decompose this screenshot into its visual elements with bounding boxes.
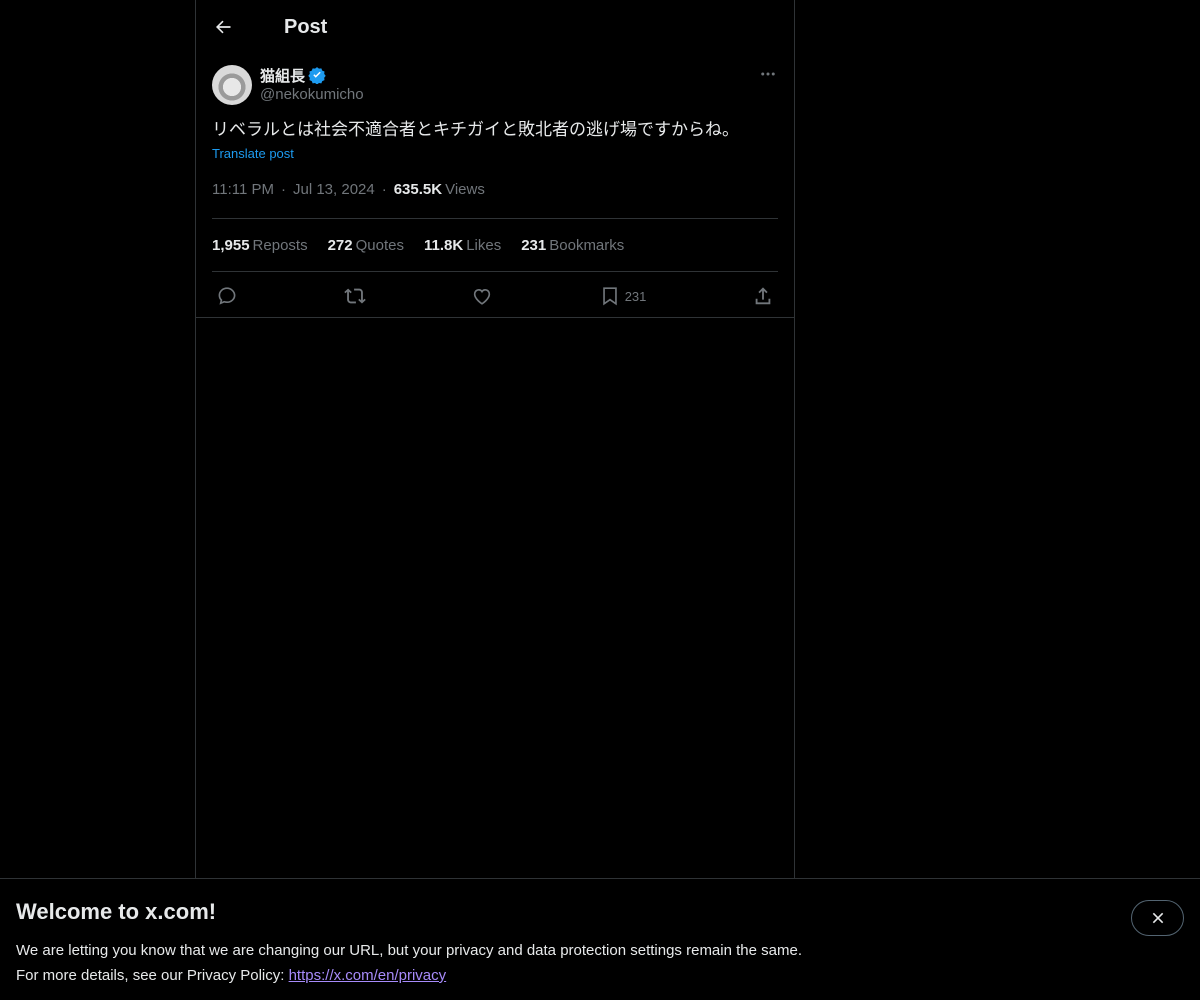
quotes-label: Quotes [355,236,404,254]
avatar[interactable] [212,65,252,105]
like-button[interactable] [471,285,493,307]
share-icon [755,287,771,305]
reply-icon [218,287,236,305]
post: 猫組長 @nekokumicho リベラルとは社会不適合者とキチガイと敗北者の逃… [196,54,794,320]
separator-dot: · [280,181,286,198]
banner-line-1: We are letting you know that we are chan… [16,942,802,959]
post-date[interactable]: Jul 13, 2024 [293,181,375,198]
post-meta: 11:11 PM · Jul 13, 2024 · 635.5K Views [212,179,778,219]
close-banner-button[interactable] [1131,900,1184,936]
bookmark-count: 231 [624,288,647,304]
bookmarks-count: 231 [521,236,547,254]
post-column: Post 猫組長 @nekokumicho リベラルとは社会不適合者とキチガイと… [195,0,795,878]
reposts-stat[interactable]: 1,955 Reposts [212,237,308,254]
welcome-banner: Welcome to x.com! We are letting you kno… [0,878,1200,1000]
author-row: 猫組長 @nekokumicho [212,54,778,105]
banner-title: Welcome to x.com! [16,899,217,924]
views-label: Views [445,181,485,198]
reply-button[interactable] [216,285,238,307]
likes-count: 11.8K [423,236,464,254]
quotes-count: 272 [327,236,353,254]
top-bar: Post [196,0,794,54]
page-title: Post [284,15,328,38]
banner-line-2: For more details, see our Privacy Policy… [16,963,1184,988]
translate-post-link[interactable]: Translate post [212,146,294,161]
likes-label: Likes [466,236,502,254]
share-button[interactable] [752,285,774,307]
arrow-left-icon [216,20,231,34]
repost-icon [343,288,366,304]
divider [196,317,794,318]
likes-stat[interactable]: 11.8K Likes [424,237,501,254]
banner-line-2-prefix: For more details, see our Privacy Policy… [16,967,289,984]
heart-icon [473,288,491,305]
bookmark-icon [602,287,617,306]
display-name-row: 猫組長 [260,65,364,85]
bookmarks-stat[interactable]: 231 Bookmarks [521,237,624,254]
more-horizontal-icon [761,72,775,76]
actions-row: 231 [212,272,778,320]
stats-row: 1,955 Reposts 272 Quotes 11.8K Likes 231 Boo… [212,219,778,272]
author-handle[interactable]: @nekokumicho [260,86,364,103]
verified-badge-icon [308,66,326,84]
close-icon [1152,912,1163,924]
quotes-stat[interactable]: 272 Quotes [328,237,404,254]
views-count: 635.5K [393,181,443,198]
bookmarks-label: Bookmarks [549,236,625,254]
banner-text: We are letting you know that we are chan… [16,938,1184,988]
repost-button[interactable] [343,285,366,307]
bookmark-button[interactable]: 231 [599,285,647,307]
back-button[interactable] [212,16,234,38]
display-name[interactable]: 猫組長 [260,65,305,86]
more-options-button[interactable] [758,64,778,84]
privacy-policy-link[interactable]: https://x.com/en/privacy [289,967,447,984]
reposts-count: 1,955 [212,236,250,254]
post-text: リベラルとは社会不適合者とキチガイと敗北者の逃げ場ですからね。 [212,120,739,140]
author-meta: 猫組長 @nekokumicho [260,65,364,103]
post-time[interactable]: 11:11 PM [212,181,274,198]
reposts-label: Reposts [252,236,308,254]
separator-dot: · [381,181,387,198]
